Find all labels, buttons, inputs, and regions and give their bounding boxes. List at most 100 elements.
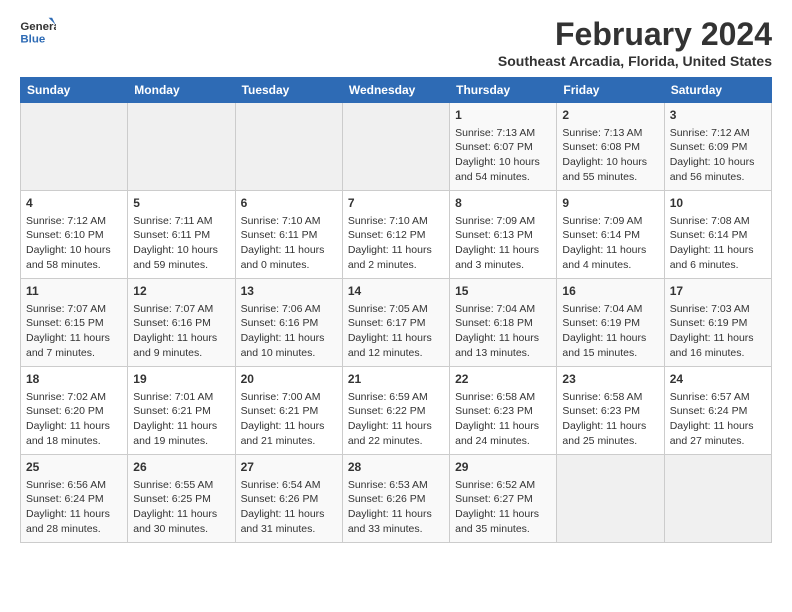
calendar-day-cell: 17 Sunrise: 7:03 AM Sunset: 6:19 PM Dayli…	[664, 279, 771, 367]
calendar-week-row: 1 Sunrise: 7:13 AM Sunset: 6:07 PM Daylig…	[21, 103, 772, 191]
day-number: 16	[562, 283, 658, 300]
calendar-week-row: 18Sunrise: 7:02 AM Sunset: 6:20 PM Dayli…	[21, 367, 772, 455]
calendar-header-cell: Wednesday	[342, 78, 449, 103]
day-number: 1	[455, 107, 551, 124]
day-info: Sunrise: 6:56 AM Sunset: 6:24 PM Dayligh…	[26, 478, 122, 537]
calendar-day-cell: 1 Sunrise: 7:13 AM Sunset: 6:07 PM Daylig…	[450, 103, 557, 191]
day-info: Sunrise: 7:07 AM Sunset: 6:15 PM Dayligh…	[26, 302, 122, 361]
day-info: Sunrise: 7:12 AM Sunset: 6:10 PM Dayligh…	[26, 214, 122, 273]
day-number: 4	[26, 195, 122, 212]
day-number: 23	[562, 371, 658, 388]
calendar-day-cell	[664, 455, 771, 543]
day-info: Sunrise: 6:59 AM Sunset: 6:22 PM Dayligh…	[348, 390, 444, 449]
day-info: Sunrise: 6:53 AM Sunset: 6:26 PM Dayligh…	[348, 478, 444, 537]
calendar-header-cell: Friday	[557, 78, 664, 103]
calendar-day-cell: 20Sunrise: 7:00 AM Sunset: 6:21 PM Dayli…	[235, 367, 342, 455]
calendar-day-cell: 4 Sunrise: 7:12 AM Sunset: 6:10 PM Daylig…	[21, 191, 128, 279]
calendar-day-cell: 16 Sunrise: 7:04 AM Sunset: 6:19 PM Dayli…	[557, 279, 664, 367]
day-info: Sunrise: 7:00 AM Sunset: 6:21 PM Dayligh…	[241, 390, 337, 449]
subtitle: Southeast Arcadia, Florida, United State…	[498, 53, 772, 69]
calendar-day-cell: 19 Sunrise: 7:01 AM Sunset: 6:21 PM Dayli…	[128, 367, 235, 455]
calendar-day-cell: 8 Sunrise: 7:09 AM Sunset: 6:13 PM Daylig…	[450, 191, 557, 279]
calendar-day-cell	[557, 455, 664, 543]
calendar-day-cell: 3Sunrise: 7:12 AM Sunset: 6:09 PM Daylig…	[664, 103, 771, 191]
calendar-day-cell: 21 Sunrise: 6:59 AM Sunset: 6:22 PM Dayli…	[342, 367, 449, 455]
calendar-day-cell	[235, 103, 342, 191]
day-info: Sunrise: 7:01 AM Sunset: 6:21 PM Dayligh…	[133, 390, 229, 449]
day-number: 12	[133, 283, 229, 300]
calendar-day-cell	[342, 103, 449, 191]
day-info: Sunrise: 7:09 AM Sunset: 6:13 PM Dayligh…	[455, 214, 551, 273]
calendar-day-cell: 13Sunrise: 7:06 AM Sunset: 6:16 PM Dayli…	[235, 279, 342, 367]
day-number: 15	[455, 283, 551, 300]
calendar-day-cell: 29 Sunrise: 6:52 AM Sunset: 6:27 PM Dayli…	[450, 455, 557, 543]
day-info: Sunrise: 6:57 AM Sunset: 6:24 PM Dayligh…	[670, 390, 766, 449]
calendar-header-row: SundayMondayTuesdayWednesdayThursdayFrid…	[21, 78, 772, 103]
day-info: Sunrise: 6:52 AM Sunset: 6:27 PM Dayligh…	[455, 478, 551, 537]
title-block: February 2024 Southeast Arcadia, Florida…	[498, 16, 772, 69]
day-info: Sunrise: 7:13 AM Sunset: 6:07 PM Dayligh…	[455, 126, 551, 185]
day-info: Sunrise: 6:58 AM Sunset: 6:23 PM Dayligh…	[562, 390, 658, 449]
day-number: 13	[241, 283, 337, 300]
calendar-header-cell: Sunday	[21, 78, 128, 103]
day-number: 19	[133, 371, 229, 388]
calendar-day-cell: 6 Sunrise: 7:10 AM Sunset: 6:11 PM Daylig…	[235, 191, 342, 279]
day-info: Sunrise: 7:04 AM Sunset: 6:18 PM Dayligh…	[455, 302, 551, 361]
day-info: Sunrise: 6:58 AM Sunset: 6:23 PM Dayligh…	[455, 390, 551, 449]
calendar-header-cell: Thursday	[450, 78, 557, 103]
day-number: 22	[455, 371, 551, 388]
day-number: 7	[348, 195, 444, 212]
day-number: 28	[348, 459, 444, 476]
calendar-day-cell: 25 Sunrise: 6:56 AM Sunset: 6:24 PM Dayli…	[21, 455, 128, 543]
day-number: 9	[562, 195, 658, 212]
calendar-day-cell: 18Sunrise: 7:02 AM Sunset: 6:20 PM Dayli…	[21, 367, 128, 455]
calendar-body: 1 Sunrise: 7:13 AM Sunset: 6:07 PM Daylig…	[21, 103, 772, 543]
calendar-header-cell: Monday	[128, 78, 235, 103]
day-info: Sunrise: 7:03 AM Sunset: 6:19 PM Dayligh…	[670, 302, 766, 361]
day-number: 10	[670, 195, 766, 212]
calendar-day-cell: 7 Sunrise: 7:10 AM Sunset: 6:12 PM Daylig…	[342, 191, 449, 279]
logo-icon: General Blue	[20, 16, 56, 46]
day-number: 26	[133, 459, 229, 476]
day-number: 6	[241, 195, 337, 212]
day-number: 29	[455, 459, 551, 476]
calendar-week-row: 11 Sunrise: 7:07 AM Sunset: 6:15 PM Dayli…	[21, 279, 772, 367]
calendar-day-cell: 28 Sunrise: 6:53 AM Sunset: 6:26 PM Dayli…	[342, 455, 449, 543]
day-number: 21	[348, 371, 444, 388]
day-info: Sunrise: 7:02 AM Sunset: 6:20 PM Dayligh…	[26, 390, 122, 449]
day-info: Sunrise: 7:10 AM Sunset: 6:12 PM Dayligh…	[348, 214, 444, 273]
calendar-day-cell: 9 Sunrise: 7:09 AM Sunset: 6:14 PM Daylig…	[557, 191, 664, 279]
day-number: 8	[455, 195, 551, 212]
svg-text:General: General	[20, 21, 56, 33]
calendar-day-cell: 26 Sunrise: 6:55 AM Sunset: 6:25 PM Dayli…	[128, 455, 235, 543]
day-info: Sunrise: 6:54 AM Sunset: 6:26 PM Dayligh…	[241, 478, 337, 537]
calendar-header-cell: Tuesday	[235, 78, 342, 103]
calendar-day-cell: 5Sunrise: 7:11 AM Sunset: 6:11 PM Daylig…	[128, 191, 235, 279]
day-info: Sunrise: 7:12 AM Sunset: 6:09 PM Dayligh…	[670, 126, 766, 185]
day-info: Sunrise: 7:13 AM Sunset: 6:08 PM Dayligh…	[562, 126, 658, 185]
day-info: Sunrise: 7:05 AM Sunset: 6:17 PM Dayligh…	[348, 302, 444, 361]
svg-text:Blue: Blue	[20, 33, 45, 45]
calendar-day-cell	[21, 103, 128, 191]
day-info: Sunrise: 7:09 AM Sunset: 6:14 PM Dayligh…	[562, 214, 658, 273]
calendar-day-cell: 10 Sunrise: 7:08 AM Sunset: 6:14 PM Dayli…	[664, 191, 771, 279]
day-number: 27	[241, 459, 337, 476]
day-number: 11	[26, 283, 122, 300]
calendar-day-cell: 23 Sunrise: 6:58 AM Sunset: 6:23 PM Dayli…	[557, 367, 664, 455]
calendar-day-cell: 11 Sunrise: 7:07 AM Sunset: 6:15 PM Dayli…	[21, 279, 128, 367]
day-number: 2	[562, 107, 658, 124]
logo: General Blue	[20, 16, 56, 46]
calendar-week-row: 4 Sunrise: 7:12 AM Sunset: 6:10 PM Daylig…	[21, 191, 772, 279]
calendar-day-cell: 2 Sunrise: 7:13 AM Sunset: 6:08 PM Daylig…	[557, 103, 664, 191]
day-info: Sunrise: 7:10 AM Sunset: 6:11 PM Dayligh…	[241, 214, 337, 273]
calendar-day-cell: 24Sunrise: 6:57 AM Sunset: 6:24 PM Dayli…	[664, 367, 771, 455]
day-info: Sunrise: 7:11 AM Sunset: 6:11 PM Dayligh…	[133, 214, 229, 273]
calendar-day-cell: 14 Sunrise: 7:05 AM Sunset: 6:17 PM Dayli…	[342, 279, 449, 367]
day-number: 14	[348, 283, 444, 300]
day-number: 17	[670, 283, 766, 300]
day-info: Sunrise: 6:55 AM Sunset: 6:25 PM Dayligh…	[133, 478, 229, 537]
calendar-day-cell: 22 Sunrise: 6:58 AM Sunset: 6:23 PM Dayli…	[450, 367, 557, 455]
day-number: 25	[26, 459, 122, 476]
day-info: Sunrise: 7:04 AM Sunset: 6:19 PM Dayligh…	[562, 302, 658, 361]
day-info: Sunrise: 7:08 AM Sunset: 6:14 PM Dayligh…	[670, 214, 766, 273]
